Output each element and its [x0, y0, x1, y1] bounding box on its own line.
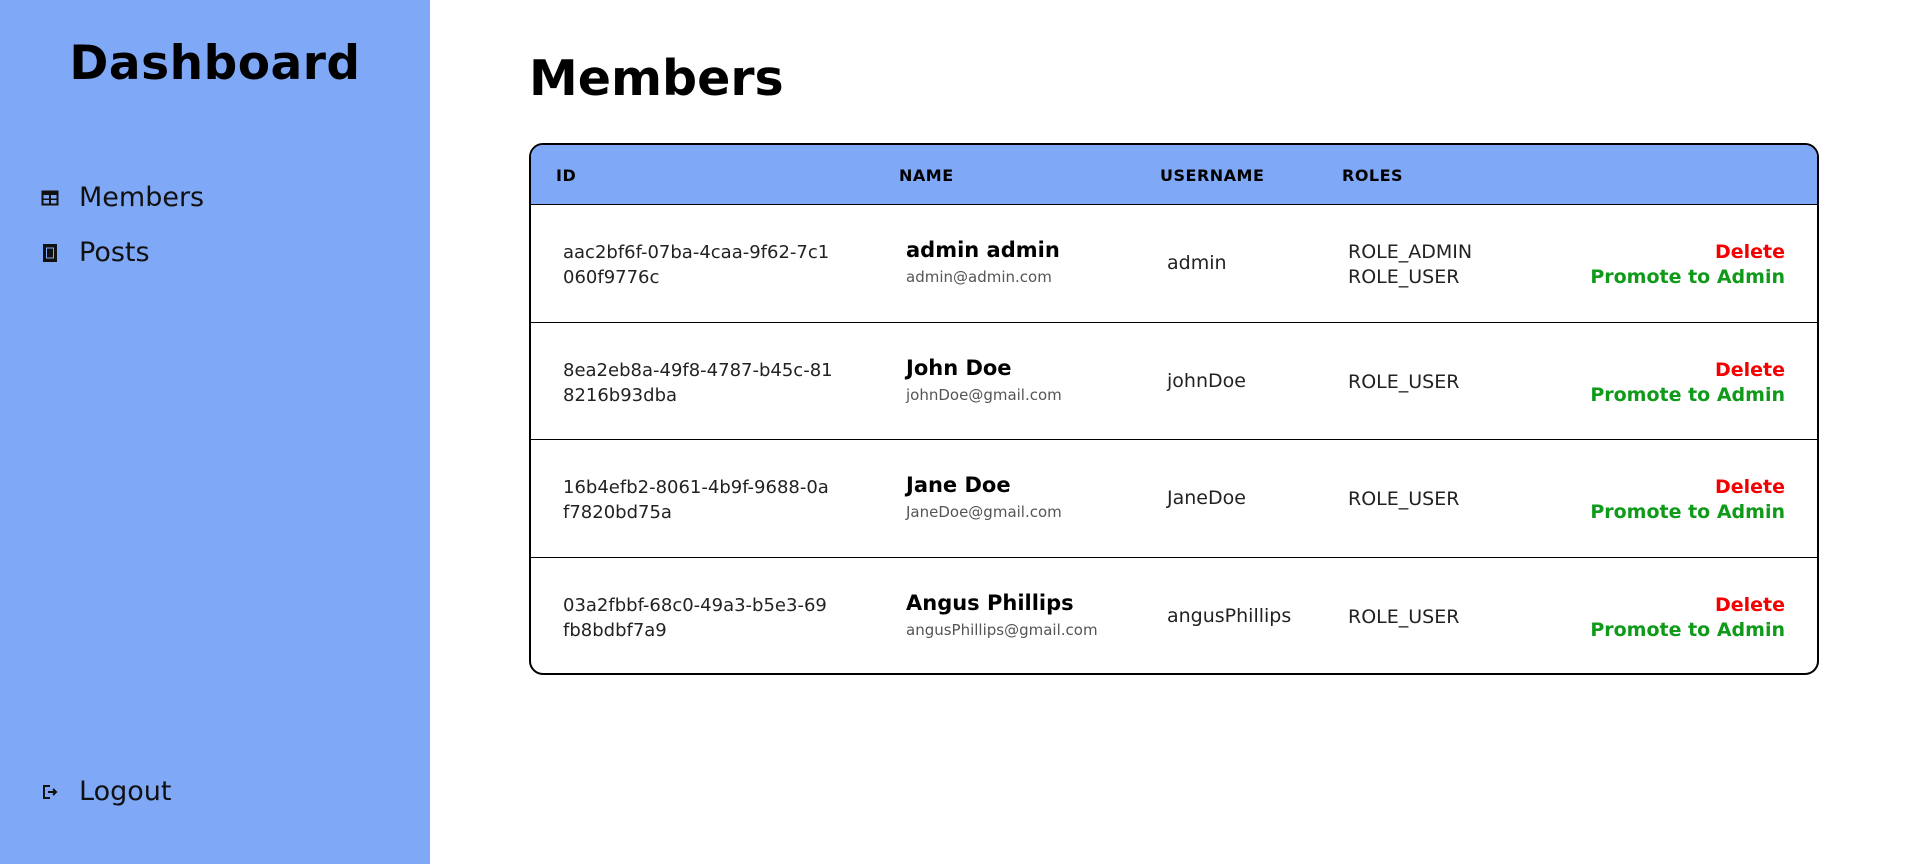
sidebar-item-posts[interactable]: Posts — [40, 237, 150, 268]
member-id: aac2bf6f-07ba-4caa-9f62-7c1060f9776c — [563, 242, 830, 288]
member-name-cell: John Doe johnDoe@gmail.com — [906, 356, 1062, 404]
promote-to-admin-button[interactable]: Promote to Admin — [1590, 265, 1785, 290]
row-actions: Delete Promote to Admin — [1590, 593, 1785, 643]
member-email: JaneDoe@gmail.com — [906, 503, 1062, 521]
brand-title: Dashboard — [69, 36, 361, 91]
table-row: 8ea2eb8a-49f8-4787-b45c-818216b93dba Joh… — [531, 323, 1817, 440]
column-header-name: NAME — [899, 166, 954, 185]
main-content: Members ID NAME USERNAME ROLES aac2bf6f-… — [430, 0, 1920, 864]
row-actions: Delete Promote to Admin — [1590, 358, 1785, 408]
column-header-roles: ROLES — [1342, 166, 1404, 185]
member-roles: ROLE_USER — [1348, 487, 1459, 512]
member-roles: ROLE_ADMIN ROLE_USER — [1348, 240, 1472, 290]
delete-button[interactable]: Delete — [1590, 240, 1785, 265]
document-icon — [40, 243, 60, 263]
delete-button[interactable]: Delete — [1590, 358, 1785, 383]
column-header-username: USERNAME — [1160, 166, 1265, 185]
sidebar-item-members[interactable]: Members — [40, 182, 204, 213]
role-label: ROLE_ADMIN — [1348, 241, 1473, 263]
role-label: ROLE_USER — [1348, 605, 1460, 628]
table-icon — [40, 188, 60, 208]
role-label: ROLE_USER — [1348, 370, 1460, 393]
table-row: 16b4efb2-8061-4b9f-9688-0af7820bd75a Jan… — [531, 440, 1817, 558]
member-roles: ROLE_USER — [1348, 605, 1459, 630]
member-username: angusPhillips — [1167, 604, 1292, 627]
column-header-id: ID — [556, 166, 577, 185]
logout-label: Logout — [79, 776, 172, 807]
member-username: johnDoe — [1167, 369, 1246, 392]
member-email: angusPhillips@gmail.com — [906, 620, 1098, 639]
member-username: JaneDoe — [1167, 487, 1246, 509]
role-label: ROLE_USER — [1348, 266, 1460, 288]
logout-button[interactable]: Logout — [40, 776, 171, 807]
role-label: ROLE_USER — [1348, 488, 1460, 510]
delete-button[interactable]: Delete — [1590, 475, 1785, 500]
member-name: John Doe — [906, 355, 1012, 380]
table-header: ID NAME USERNAME ROLES — [531, 145, 1817, 205]
sidebar-item-label: Posts — [79, 237, 150, 268]
member-username: admin — [1167, 252, 1227, 274]
promote-to-admin-button[interactable]: Promote to Admin — [1590, 383, 1785, 408]
member-name: admin admin — [906, 238, 1060, 262]
sidebar: Dashboard Members Posts Logout — [0, 0, 430, 864]
row-actions: Delete Promote to Admin — [1590, 240, 1785, 290]
member-name: Jane Doe — [906, 473, 1011, 497]
row-actions: Delete Promote to Admin — [1590, 475, 1785, 525]
member-roles: ROLE_USER — [1348, 370, 1459, 395]
member-id: 8ea2eb8a-49f8-4787-b45c-818216b93dba — [563, 359, 833, 406]
logout-icon — [40, 782, 60, 802]
promote-to-admin-button[interactable]: Promote to Admin — [1590, 618, 1785, 643]
member-email: admin@admin.com — [906, 268, 1052, 286]
promote-to-admin-button[interactable]: Promote to Admin — [1590, 500, 1785, 525]
member-name-cell: Angus Phillips angusPhillips@gmail.com — [906, 591, 1098, 639]
page-title: Members — [529, 50, 784, 107]
member-id: 16b4efb2-8061-4b9f-9688-0af7820bd75a — [563, 477, 829, 523]
table-row: 03a2fbbf-68c0-49a3-b5e3-69fb8bdbf7a9 Ang… — [531, 558, 1817, 674]
sidebar-item-label: Members — [79, 182, 205, 213]
members-table: ID NAME USERNAME ROLES aac2bf6f-07ba-4ca… — [529, 143, 1819, 675]
table-row: aac2bf6f-07ba-4caa-9f62-7c1060f9776c adm… — [531, 205, 1817, 323]
member-name: Angus Phillips — [906, 590, 1074, 615]
member-name-cell: admin admin admin@admin.com — [906, 238, 1060, 286]
member-email: johnDoe@gmail.com — [906, 385, 1062, 404]
member-id: 03a2fbbf-68c0-49a3-b5e3-69fb8bdbf7a9 — [563, 594, 827, 641]
delete-button[interactable]: Delete — [1590, 593, 1785, 618]
member-name-cell: Jane Doe JaneDoe@gmail.com — [906, 473, 1062, 521]
